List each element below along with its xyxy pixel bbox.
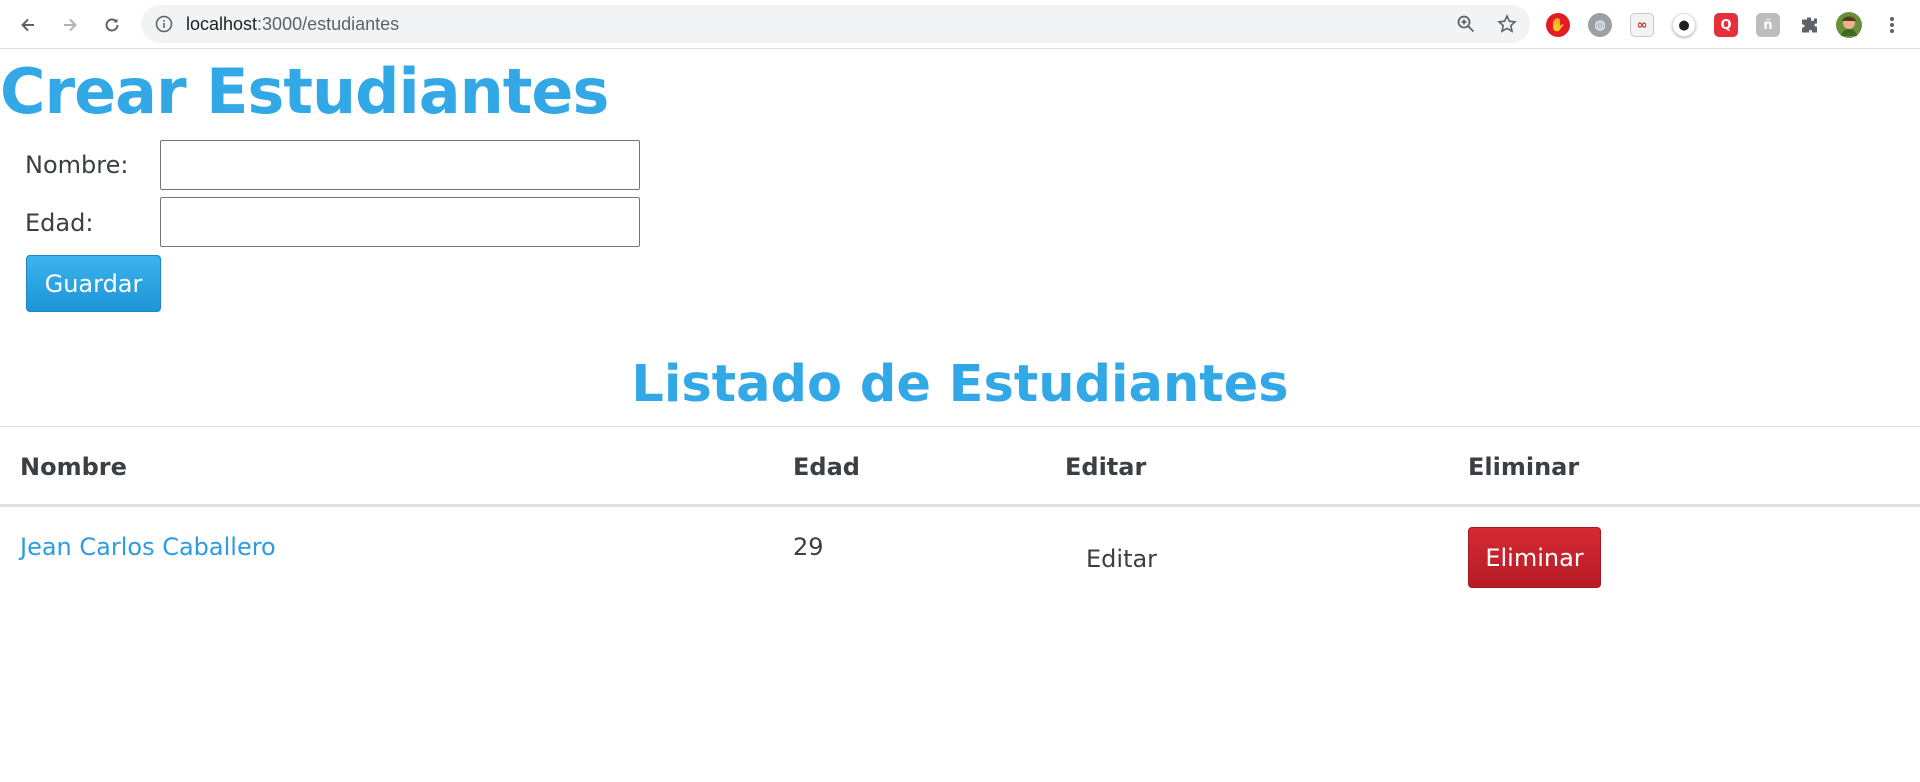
bookmark-star-icon[interactable] xyxy=(1497,14,1517,34)
back-icon[interactable] xyxy=(13,10,43,40)
globe-extension-icon[interactable]: ◍ xyxy=(1588,13,1612,37)
age-label: Edad: xyxy=(25,209,94,237)
column-header-edit: Editar xyxy=(1065,453,1147,481)
student-name-link[interactable]: Jean Carlos Caballero xyxy=(20,531,276,563)
name-label: Nombre: xyxy=(25,151,129,179)
site-info-icon[interactable] xyxy=(155,15,173,33)
url-text[interactable]: localhost:3000/estudiantes xyxy=(186,5,399,43)
age-field[interactable] xyxy=(160,197,640,247)
column-header-age: Edad xyxy=(793,453,860,481)
mask-extension-icon[interactable]: ∞ xyxy=(1630,13,1654,37)
table-top-divider xyxy=(0,426,1920,427)
extensions-icon[interactable] xyxy=(1797,13,1821,37)
table-header-divider xyxy=(0,504,1920,507)
record-extension-icon[interactable]: ● xyxy=(1672,13,1696,37)
save-button[interactable]: Guardar xyxy=(26,255,161,312)
list-title: Listado de Estudiantes xyxy=(631,355,1289,414)
zoom-icon[interactable] xyxy=(1456,14,1476,34)
browser-toolbar: localhost:3000/estudiantes ✋ ◍ ∞ ● Q ñ xyxy=(0,0,1920,49)
edit-link[interactable]: Editar xyxy=(1086,543,1157,575)
name-field[interactable] xyxy=(160,140,640,190)
forward-icon[interactable] xyxy=(55,10,85,40)
adblock-extension-icon[interactable]: ✋ xyxy=(1546,13,1570,37)
column-header-delete: Eliminar xyxy=(1468,453,1580,481)
column-header-name: Nombre xyxy=(20,453,127,481)
avatar[interactable] xyxy=(1836,12,1862,38)
address-bar[interactable]: localhost:3000/estudiantes xyxy=(141,5,1530,43)
delete-button[interactable]: Eliminar xyxy=(1468,527,1601,588)
pocket-extension-icon[interactable]: Q xyxy=(1714,13,1738,37)
page-title: Crear Estudiantes xyxy=(0,55,609,128)
student-age: 29 xyxy=(793,533,824,561)
font-extension-icon[interactable]: ñ xyxy=(1756,13,1780,37)
menu-icon[interactable] xyxy=(1880,13,1904,37)
reload-icon[interactable] xyxy=(97,10,127,40)
